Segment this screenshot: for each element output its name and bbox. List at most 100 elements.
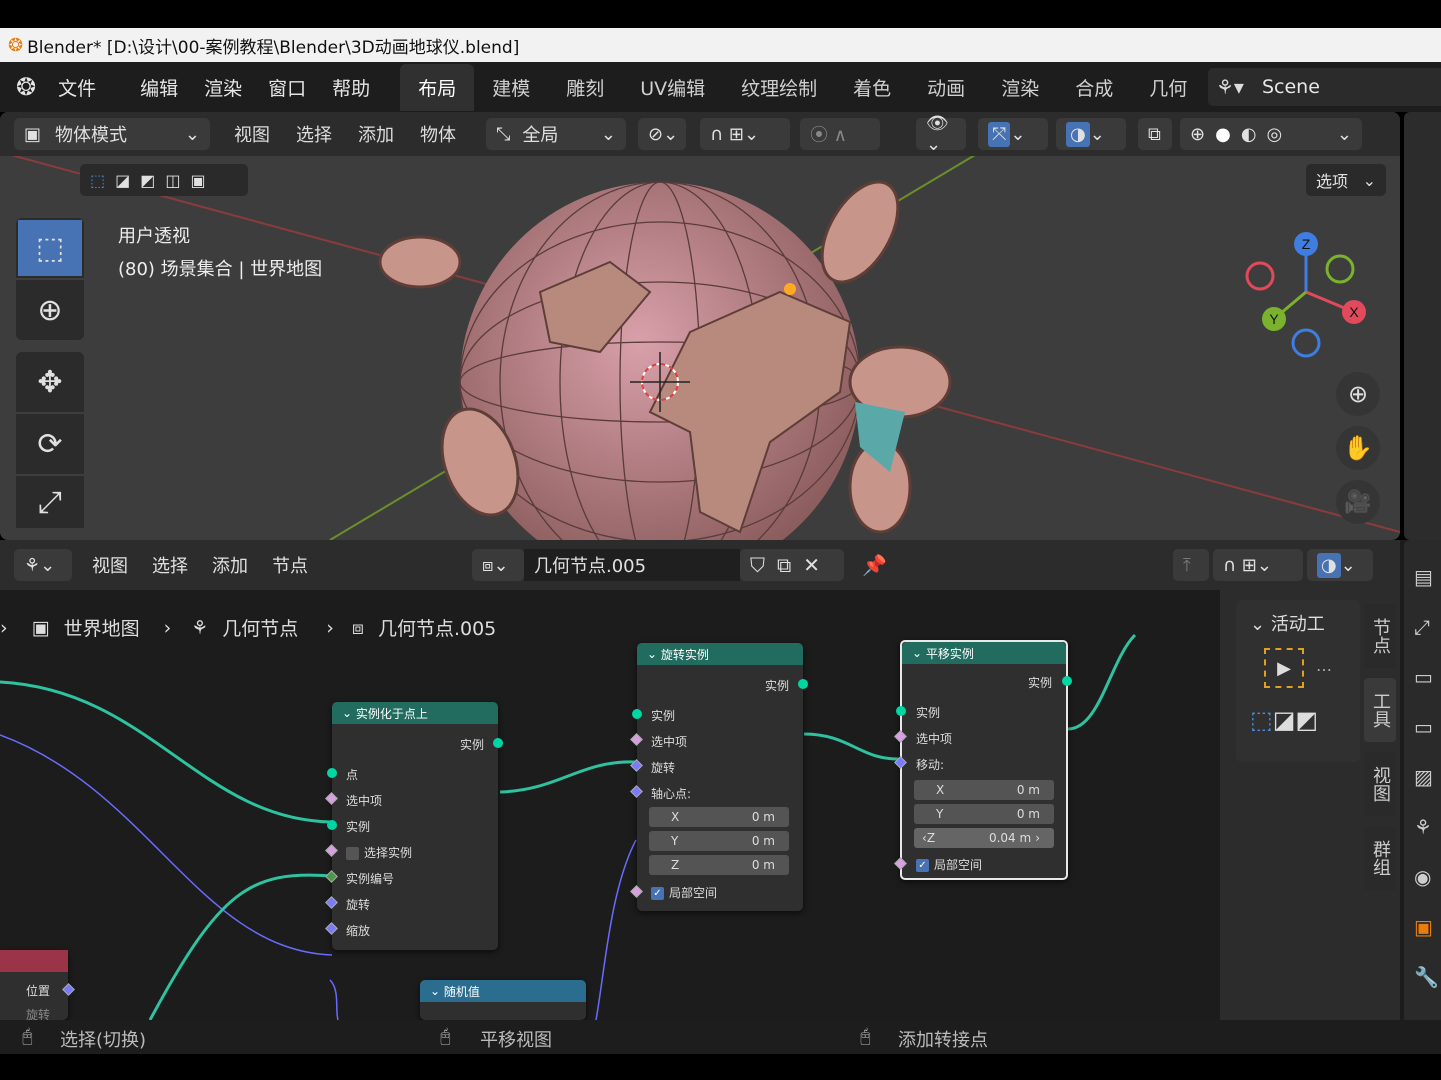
node-menu-node[interactable]: 节点 bbox=[272, 552, 308, 578]
viewport-menu-select[interactable]: 选择 bbox=[296, 121, 332, 147]
viewport-menu-view[interactable]: 视图 bbox=[234, 121, 270, 147]
tab-texture-paint[interactable]: 纹理绘制 bbox=[723, 64, 835, 111]
panel-header[interactable]: ⌄ 活动工 bbox=[1250, 610, 1360, 636]
instance-on-points-node[interactable]: ⌄ 实例化于点上 实例 点 选中项 实例 选择实例 实例编号 旋转 缩放 bbox=[325, 702, 503, 950]
pivot-z-field[interactable]: Z 0 m bbox=[649, 855, 789, 875]
tab-sculpting[interactable]: 雕刻 bbox=[548, 64, 622, 111]
gizmo-toggle[interactable]: ⤧ ⌄ bbox=[978, 118, 1048, 150]
visibility-button[interactable]: 👁⌄ bbox=[916, 113, 966, 155]
menu-edit[interactable]: 编辑 bbox=[140, 74, 178, 101]
scene-selector[interactable]: ⚘▾ Scene bbox=[1208, 68, 1441, 106]
select-extend-icon[interactable]: ◪ bbox=[1273, 706, 1296, 734]
input-socket[interactable] bbox=[327, 768, 337, 778]
local-space-row[interactable]: ✓ 局部空间 bbox=[916, 856, 982, 873]
select-intersect-icon[interactable]: ▣ bbox=[191, 171, 206, 190]
rendered-shading-icon[interactable]: ◎ bbox=[1267, 124, 1283, 145]
close-icon[interactable]: ✕ bbox=[803, 553, 820, 577]
node-header[interactable] bbox=[0, 950, 68, 972]
properties-tab-icons[interactable]: ▤ ⤢ ▭ ▭ ▨ ⚘ ◉ ▣ 🔧 bbox=[1414, 552, 1441, 1002]
tab-shading[interactable]: 着色 bbox=[835, 64, 909, 111]
duplicate-icon[interactable]: ⧉ bbox=[777, 553, 791, 577]
proportional-edit-button[interactable]: ⦿ ∧ bbox=[800, 118, 880, 150]
node-overlay-toggle[interactable]: ◑ ⌄ bbox=[1306, 549, 1373, 581]
checkbox[interactable] bbox=[346, 847, 359, 860]
select-new-icon[interactable]: ⬚ bbox=[1250, 706, 1273, 734]
node-group-name-field[interactable]: 几何节点.005 bbox=[524, 549, 740, 581]
geometry-node-editor[interactable]: ⚘⌄ 视图 选择 添加 节点 ⧈⌄ 几何节点.005 ⛉ ⧉ ✕ 📌 ⤒ ∩ ⊞… bbox=[0, 540, 1441, 1022]
tab-animation[interactable]: 动画 bbox=[909, 64, 983, 111]
select-mode-buttons[interactable]: ⬚ ◪ ◩ ◫ ▣ bbox=[80, 164, 248, 196]
menu-window[interactable]: 窗口 bbox=[268, 74, 306, 101]
select-instance-row[interactable]: 选择实例 bbox=[346, 844, 412, 861]
solid-shading-icon[interactable]: ● bbox=[1215, 124, 1231, 145]
breadcrumb-object[interactable]: 世界地图 bbox=[64, 614, 140, 641]
input-socket[interactable] bbox=[896, 706, 906, 716]
pivot-y-field[interactable]: Y 0 m bbox=[649, 831, 789, 851]
snap-button[interactable]: ∩ ⊞⌄ bbox=[700, 118, 790, 150]
more-icon[interactable]: … bbox=[1316, 656, 1332, 675]
3d-viewport[interactable]: ▣ 物体模式 ⌄ 视图 选择 添加 物体 ⤡ 全局 ⌄ ⊘⌄ ∩ ⊞⌄ ⦿ ∧ … bbox=[0, 112, 1400, 540]
mode-selector[interactable]: ▣ 物体模式 ⌄ bbox=[14, 118, 210, 150]
select-invert-icon[interactable]: ◫ bbox=[165, 171, 180, 190]
tab-uv-editing[interactable]: UV编辑 bbox=[622, 64, 723, 111]
select-subtract-icon[interactable]: ◩ bbox=[140, 171, 155, 190]
position-node[interactable]: 位置 旋转 bbox=[0, 950, 75, 1022]
tab-node[interactable]: 节点 bbox=[1364, 604, 1396, 668]
node-menu-add[interactable]: 添加 bbox=[212, 552, 248, 578]
increment-arrow-icon[interactable]: › bbox=[1035, 831, 1040, 845]
move-tool[interactable]: ✥ bbox=[16, 352, 84, 412]
scale-tool[interactable]: ⤢ bbox=[16, 476, 84, 528]
tab-modeling[interactable]: 建模 bbox=[474, 64, 548, 111]
output-socket[interactable] bbox=[798, 679, 808, 689]
shading-modes[interactable]: ⊕ ● ◐ ◎ ⌄ bbox=[1180, 118, 1362, 150]
tab-geometry-nodes[interactable]: 几何 bbox=[1131, 64, 1205, 111]
navigation-gizmo[interactable]: Z X Y bbox=[1240, 222, 1370, 362]
select-box-tool[interactable]: ⬚ bbox=[16, 218, 84, 278]
node-header[interactable]: ⌄ 随机值 bbox=[420, 980, 586, 1002]
cursor-tool[interactable]: ⊕ bbox=[16, 280, 84, 340]
tab-tool[interactable]: 工具 bbox=[1364, 678, 1396, 742]
menu-file[interactable]: 文件 bbox=[58, 74, 96, 101]
node-header[interactable]: ⌄ 实例化于点上 bbox=[332, 702, 498, 724]
checkbox[interactable]: ✓ bbox=[651, 887, 664, 900]
tab-group[interactable]: 群组 bbox=[1364, 826, 1396, 890]
node-menu-select[interactable]: 选择 bbox=[152, 552, 188, 578]
camera-icon[interactable]: 🎥 bbox=[1336, 480, 1380, 524]
pin-icon[interactable]: 📌 bbox=[862, 553, 887, 577]
hand-icon[interactable]: ✋ bbox=[1336, 426, 1380, 470]
node-header[interactable]: ⌄ 旋转实例 bbox=[637, 643, 803, 665]
input-socket[interactable] bbox=[327, 820, 337, 830]
zoom-icon[interactable]: ⊕ bbox=[1336, 372, 1380, 416]
node-group-browse[interactable]: ⧈⌄ bbox=[472, 549, 524, 581]
viewport-menu-object[interactable]: 物体 bbox=[420, 121, 456, 147]
select-tool-icon[interactable]: ▶ bbox=[1264, 648, 1304, 688]
viewport-menu-add[interactable]: 添加 bbox=[358, 121, 394, 147]
editor-type-selector[interactable]: ⚘⌄ bbox=[14, 549, 72, 581]
blender-menu-icon[interactable]: ❂ bbox=[16, 73, 36, 101]
parent-node-tree-button[interactable]: ⤒ bbox=[1172, 549, 1209, 581]
select-new-icon[interactable]: ⬚ bbox=[90, 171, 105, 190]
tab-view[interactable]: 视图 bbox=[1364, 752, 1396, 816]
material-shading-icon[interactable]: ◐ bbox=[1241, 124, 1257, 145]
fake-user-shield-icon[interactable]: ⛉ bbox=[750, 553, 765, 577]
translate-instances-node[interactable]: ⌄ 平移实例 实例 实例 选中项 移动: X0 m Y0 m ‹ Z 0.04 m ›… bbox=[894, 640, 1072, 880]
output-socket[interactable] bbox=[493, 738, 503, 748]
translation-x-field[interactable]: X 0 m bbox=[914, 780, 1054, 800]
breadcrumb-node-group[interactable]: 几何节点.005 bbox=[378, 614, 496, 641]
output-socket[interactable] bbox=[1062, 676, 1072, 686]
menu-help[interactable]: 帮助 bbox=[332, 74, 370, 101]
transform-orientation[interactable]: ⤡ 全局 ⌄ bbox=[486, 118, 626, 150]
node-header[interactable]: ⌄ 平移实例 bbox=[902, 642, 1066, 664]
node-snap-button[interactable]: ∩ ⊞⌄ bbox=[1212, 549, 1303, 581]
tab-layout[interactable]: 布局 bbox=[400, 63, 475, 111]
xray-toggle[interactable]: ⧉ bbox=[1138, 118, 1172, 150]
node-menu-view[interactable]: 视图 bbox=[92, 552, 128, 578]
menu-render[interactable]: 渲染 bbox=[204, 74, 242, 101]
translation-z-field[interactable]: ‹ Z 0.04 m › bbox=[914, 828, 1054, 848]
rotate-tool[interactable]: ⟳ bbox=[16, 414, 84, 474]
breadcrumb-modifier[interactable]: 几何节点 bbox=[222, 614, 298, 641]
input-socket[interactable] bbox=[632, 709, 642, 719]
translation-y-field[interactable]: Y 0 m bbox=[914, 804, 1054, 824]
tab-compositing[interactable]: 合成 bbox=[1057, 64, 1131, 111]
wireframe-shading-icon[interactable]: ⊕ bbox=[1190, 124, 1205, 145]
